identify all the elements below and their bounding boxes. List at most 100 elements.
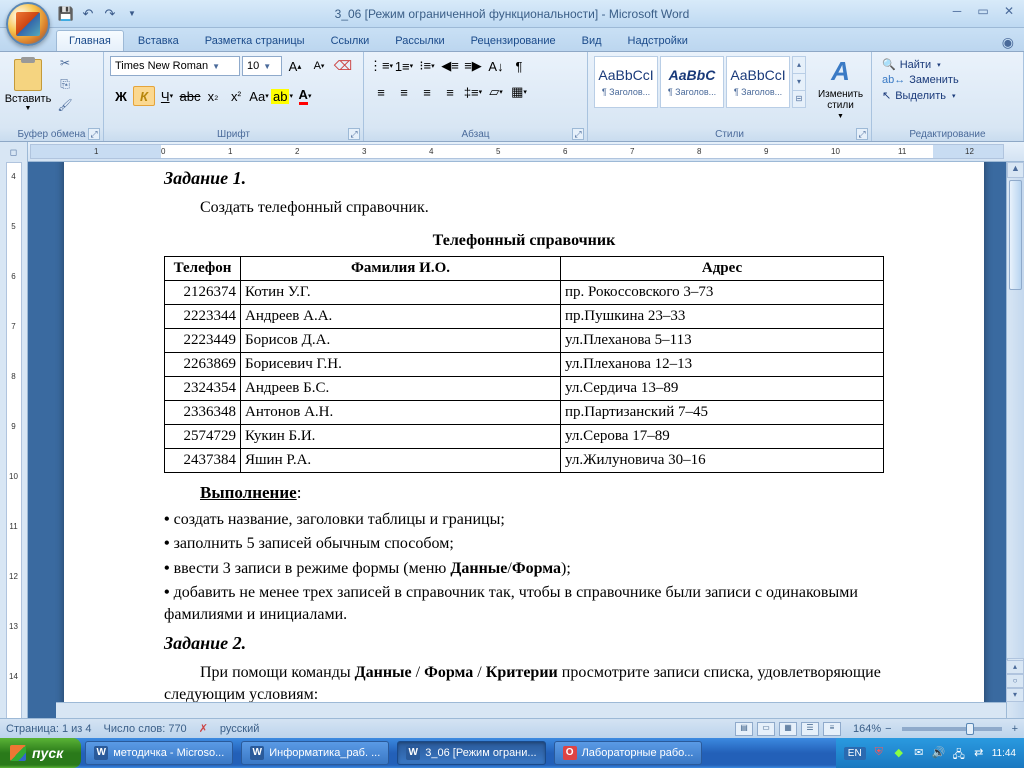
tray-clock[interactable]: 11:44 <box>992 748 1016 759</box>
spellcheck-icon[interactable]: ✗ <box>199 722 208 735</box>
strike-button[interactable]: abc <box>179 86 201 106</box>
tab-review[interactable]: Рецензирование <box>459 31 568 51</box>
view-outline[interactable]: ☰ <box>801 722 819 736</box>
bullet-list-icon[interactable]: ⋮≡▾ <box>370 56 392 76</box>
select-button[interactable]: ↖Выделить▾ <box>882 89 959 102</box>
tray-msg-icon[interactable]: ✉ <box>912 746 926 760</box>
qat-dropdown-icon[interactable]: ▼ <box>124 6 140 22</box>
decrease-indent-icon[interactable]: ◀≡ <box>439 56 461 76</box>
sort-icon[interactable]: A↓ <box>485 56 507 76</box>
borders-icon[interactable]: ▦▾ <box>508 82 530 102</box>
redo-icon[interactable]: ↷ <box>102 6 118 22</box>
replace-button[interactable]: ab↔Заменить <box>882 74 959 86</box>
scroll-up-icon[interactable]: ▲ <box>1007 162 1024 178</box>
browse-object-icon[interactable]: ○ <box>1006 674 1024 688</box>
font-size-combo[interactable]: 10▼ <box>242 56 282 76</box>
change-case-button[interactable]: Aa▾ <box>248 86 270 106</box>
change-styles-button[interactable]: A Изменить стили ▼ <box>816 56 865 120</box>
view-full-screen[interactable]: ▭ <box>757 722 775 736</box>
vertical-scrollbar[interactable]: ▲ ▼ ▴ ○ ▾ <box>1006 162 1024 720</box>
cut-icon[interactable]: ✂ <box>56 56 74 74</box>
undo-icon[interactable]: ↶ <box>80 6 96 22</box>
clear-format-icon[interactable]: ⌫ <box>332 56 354 76</box>
show-marks-icon[interactable]: ¶ <box>508 56 530 76</box>
prev-page-icon[interactable]: ▴ <box>1006 660 1024 674</box>
style-item[interactable]: AaBbC¶ Заголов... <box>660 56 724 108</box>
align-left-icon[interactable]: ≡ <box>370 82 392 102</box>
number-list-icon[interactable]: 1≡▾ <box>393 56 415 76</box>
tab-insert[interactable]: Вставка <box>126 31 191 51</box>
tab-mailings[interactable]: Рассылки <box>383 31 456 51</box>
tray-shield-icon[interactable]: ⛨ <box>872 746 886 760</box>
paragraph-launcher[interactable]: ⤢ <box>572 128 584 140</box>
styles-launcher[interactable]: ⤢ <box>856 128 868 140</box>
tray-network-icon[interactable]: 🖧 <box>952 746 966 760</box>
help-icon[interactable]: ◉ <box>1002 34 1014 51</box>
ruler-corner[interactable]: ◻ <box>0 142 28 162</box>
grow-font-icon[interactable]: A▴ <box>284 56 306 76</box>
document-page[interactable]: Задание 1. Создать телефонный справочник… <box>64 162 984 720</box>
superscript-button[interactable]: x² <box>225 86 247 106</box>
maximize-button[interactable]: ▭ <box>974 4 992 18</box>
page-scroll[interactable]: Задание 1. Создать телефонный справочник… <box>28 162 1024 720</box>
ruler-horizontal[interactable]: ◻ 1012345678910111213 <box>0 142 1024 162</box>
tab-home[interactable]: Главная <box>56 30 124 51</box>
status-words[interactable]: Число слов: 770 <box>104 723 187 735</box>
align-justify-icon[interactable]: ≡ <box>439 82 461 102</box>
view-web[interactable]: ▦ <box>779 722 797 736</box>
tray-av-icon[interactable]: ◆ <box>892 746 906 760</box>
subscript-button[interactable]: x₂ <box>202 86 224 106</box>
tab-layout[interactable]: Разметка страницы <box>193 31 317 51</box>
tray-lang[interactable]: EN <box>844 747 866 760</box>
style-item[interactable]: AaBbCcI¶ Заголов... <box>594 56 658 108</box>
format-painter-icon[interactable]: 🖌 <box>56 98 74 116</box>
increase-indent-icon[interactable]: ≡▶ <box>462 56 484 76</box>
taskbar-item[interactable]: OЛабораторные рабо... <box>554 741 703 765</box>
style-item[interactable]: AaBbCcI¶ Заголов... <box>726 56 790 108</box>
line-spacing-icon[interactable]: ‡≡▾ <box>462 82 484 102</box>
zoom-level[interactable]: 164% <box>853 723 881 735</box>
style-gallery-nav[interactable]: ▴▾⊟ <box>792 56 806 108</box>
office-button[interactable] <box>6 2 50 46</box>
clipboard-launcher[interactable]: ⤢ <box>88 128 100 140</box>
highlight-button[interactable]: ab▾ <box>271 86 293 106</box>
tab-addins[interactable]: Надстройки <box>616 31 700 51</box>
status-lang[interactable]: русский <box>220 723 259 735</box>
tray-usb-icon[interactable]: ⇄ <box>972 746 986 760</box>
save-icon[interactable]: 💾 <box>58 6 74 22</box>
font-name-combo[interactable]: Times New Roman▼ <box>110 56 240 76</box>
minimize-button[interactable]: ─ <box>948 4 966 18</box>
bold-button[interactable]: Ж <box>110 86 132 106</box>
font-color-button[interactable]: A▾ <box>294 86 316 106</box>
view-draft[interactable]: ≡ <box>823 722 841 736</box>
style-gallery[interactable]: AaBbCcI¶ Заголов... AaBbC¶ Заголов... Aa… <box>594 56 806 108</box>
close-button[interactable]: ✕ <box>1000 4 1018 18</box>
shrink-font-icon[interactable]: A▾ <box>308 56 330 76</box>
italic-button[interactable]: К <box>133 86 155 106</box>
tab-view[interactable]: Вид <box>570 31 614 51</box>
ruler-vertical[interactable]: 4567891011121314 <box>0 162 28 720</box>
scroll-thumb[interactable] <box>1009 180 1022 290</box>
view-print-layout[interactable]: ▤ <box>735 722 753 736</box>
align-center-icon[interactable]: ≡ <box>393 82 415 102</box>
status-page[interactable]: Страница: 1 из 4 <box>6 723 92 735</box>
multilevel-list-icon[interactable]: ⁝≡▾ <box>416 56 438 76</box>
zoom-out-icon[interactable]: − <box>885 723 891 735</box>
start-button[interactable]: пуск <box>0 738 81 768</box>
title-bar: 💾 ↶ ↷ ▼ 3_06 [Режим ограниченной функцио… <box>0 0 1024 28</box>
copy-icon[interactable]: ⎘ <box>56 77 74 95</box>
align-right-icon[interactable]: ≡ <box>416 82 438 102</box>
underline-button[interactable]: Ч▾ <box>156 86 178 106</box>
tab-references[interactable]: Ссылки <box>319 31 382 51</box>
tray-volume-icon[interactable]: 🔊 <box>932 746 946 760</box>
taskbar-item[interactable]: W3_06 [Режим ограни... <box>397 741 545 765</box>
shading-icon[interactable]: ▱▾ <box>485 82 507 102</box>
taskbar-item[interactable]: Wметодичка - Microso... <box>85 741 233 765</box>
next-page-icon[interactable]: ▾ <box>1006 688 1024 702</box>
paste-button[interactable]: Вставить ▼ <box>6 56 50 120</box>
taskbar-item[interactable]: WИнформатика_раб. ... <box>241 741 389 765</box>
zoom-slider[interactable] <box>902 727 1002 731</box>
zoom-in-icon[interactable]: + <box>1012 723 1018 735</box>
find-button[interactable]: 🔍Найти▾ <box>882 58 959 71</box>
font-launcher[interactable]: ⤢ <box>348 128 360 140</box>
